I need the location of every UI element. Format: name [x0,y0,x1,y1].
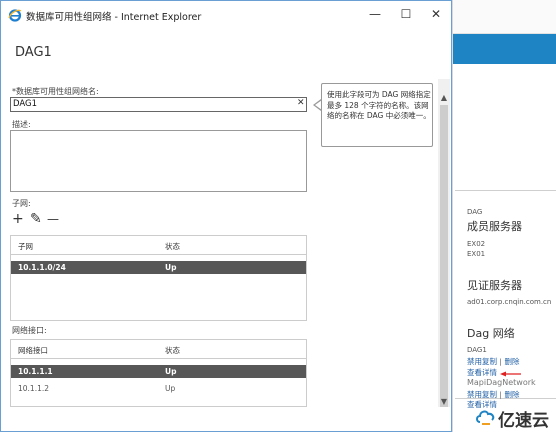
member-server: EX02 [467,240,486,248]
view-details-link[interactable]: 查看详情 [467,367,497,378]
interfaces-label: 网络接口: [12,326,47,335]
separator: | [499,358,502,366]
networks-heading: Dag 网络 [467,327,515,340]
divider [455,190,556,191]
close-button[interactable]: ✕ [429,7,443,21]
subnets-table: 子网 状态 10.1.1.0/24 Up [10,235,307,321]
description-textarea[interactable] [10,130,307,192]
delete-link[interactable]: 删除 [504,390,519,399]
column-header-status[interactable]: 状态 [165,345,180,356]
subnet-cell: 10.1.1.0/24 [18,263,66,272]
maximize-button[interactable]: ☐ [399,7,413,21]
window-title: 数据库可用性组网络 - Internet Explorer [26,12,202,23]
status-cell: Up [165,263,177,272]
red-arrow-icon [500,371,521,377]
column-header-interface[interactable]: 网络接口 [18,345,48,356]
scroll-down-arrow-icon[interactable]: ▼ [438,397,450,406]
description-label: 描述: [12,120,31,129]
table-header: 网络接口 状态 [11,340,306,359]
table-row[interactable]: 10.1.1.2 Up [11,382,306,395]
cloud-logo-icon [476,410,495,425]
separator: | [499,391,502,399]
background-top-strip [453,0,556,34]
members-heading: 成员服务器 [467,220,522,233]
table-header: 子网 状态 [11,236,306,255]
interface-cell: 10.1.1.1 [18,367,53,376]
network-name: MapiDagNetwork [467,378,536,387]
name-label: *数据库可用性组网络名: [12,87,99,96]
clear-input-icon[interactable]: ✕ [297,98,305,108]
interfaces-table: 网络接口 状态 10.1.1.1 Up 10.1.1.2 Up [10,339,307,407]
table-row[interactable]: 10.1.1.0/24 Up [11,261,306,274]
title-bar[interactable]: 数据库可用性组网络 - Internet Explorer — ☐ ✕ [1,1,451,29]
background-page: DAG 成员服务器 EX02 EX01 见证服务器 ad01.corp.cnqi… [452,0,556,432]
disable-replication-link[interactable]: 禁用复制 [467,390,497,399]
witness-value: ad01.corp.cnqin.com.cn [467,298,552,306]
page-title: DAG1 [15,45,52,60]
internet-explorer-icon [8,9,22,22]
remove-icon[interactable]: — [47,212,59,226]
dag-label: DAG [467,208,483,216]
add-icon[interactable]: + [12,212,24,226]
scrollbar-thumb[interactable] [440,105,448,407]
background-blue-bar [453,34,556,64]
status-cell: Up [165,367,177,376]
network-name-input[interactable]: DAG1 [10,97,307,112]
network-actions: 禁用复制 | 删除 [467,356,519,367]
delete-link[interactable]: 删除 [504,357,519,366]
edit-icon[interactable]: ✎ [30,212,42,226]
watermark: 亿速云 [476,404,556,432]
subnets-label: 子网: [12,199,31,208]
member-server: EX01 [467,250,486,258]
witness-heading: 见证服务器 [467,279,522,292]
dialog-window: 数据库可用性组网络 - Internet Explorer — ☐ ✕ DAG1… [0,0,452,432]
help-tooltip: 使用此字段可为 DAG 网络指定最多 128 个字符的名称。该网络的名称在 DA… [321,83,433,147]
column-header-subnet[interactable]: 子网 [18,241,33,252]
column-header-status[interactable]: 状态 [165,241,180,252]
interface-cell: 10.1.1.2 [18,384,50,393]
scroll-up-arrow-icon[interactable]: ▲ [438,93,450,102]
watermark-text: 亿速云 [498,411,549,431]
minimize-button[interactable]: — [368,7,382,21]
status-cell: Up [165,384,176,393]
network-name: DAG1 [467,346,487,354]
table-row[interactable]: 10.1.1.1 Up [11,365,306,378]
disable-replication-link[interactable]: 禁用复制 [467,357,497,366]
